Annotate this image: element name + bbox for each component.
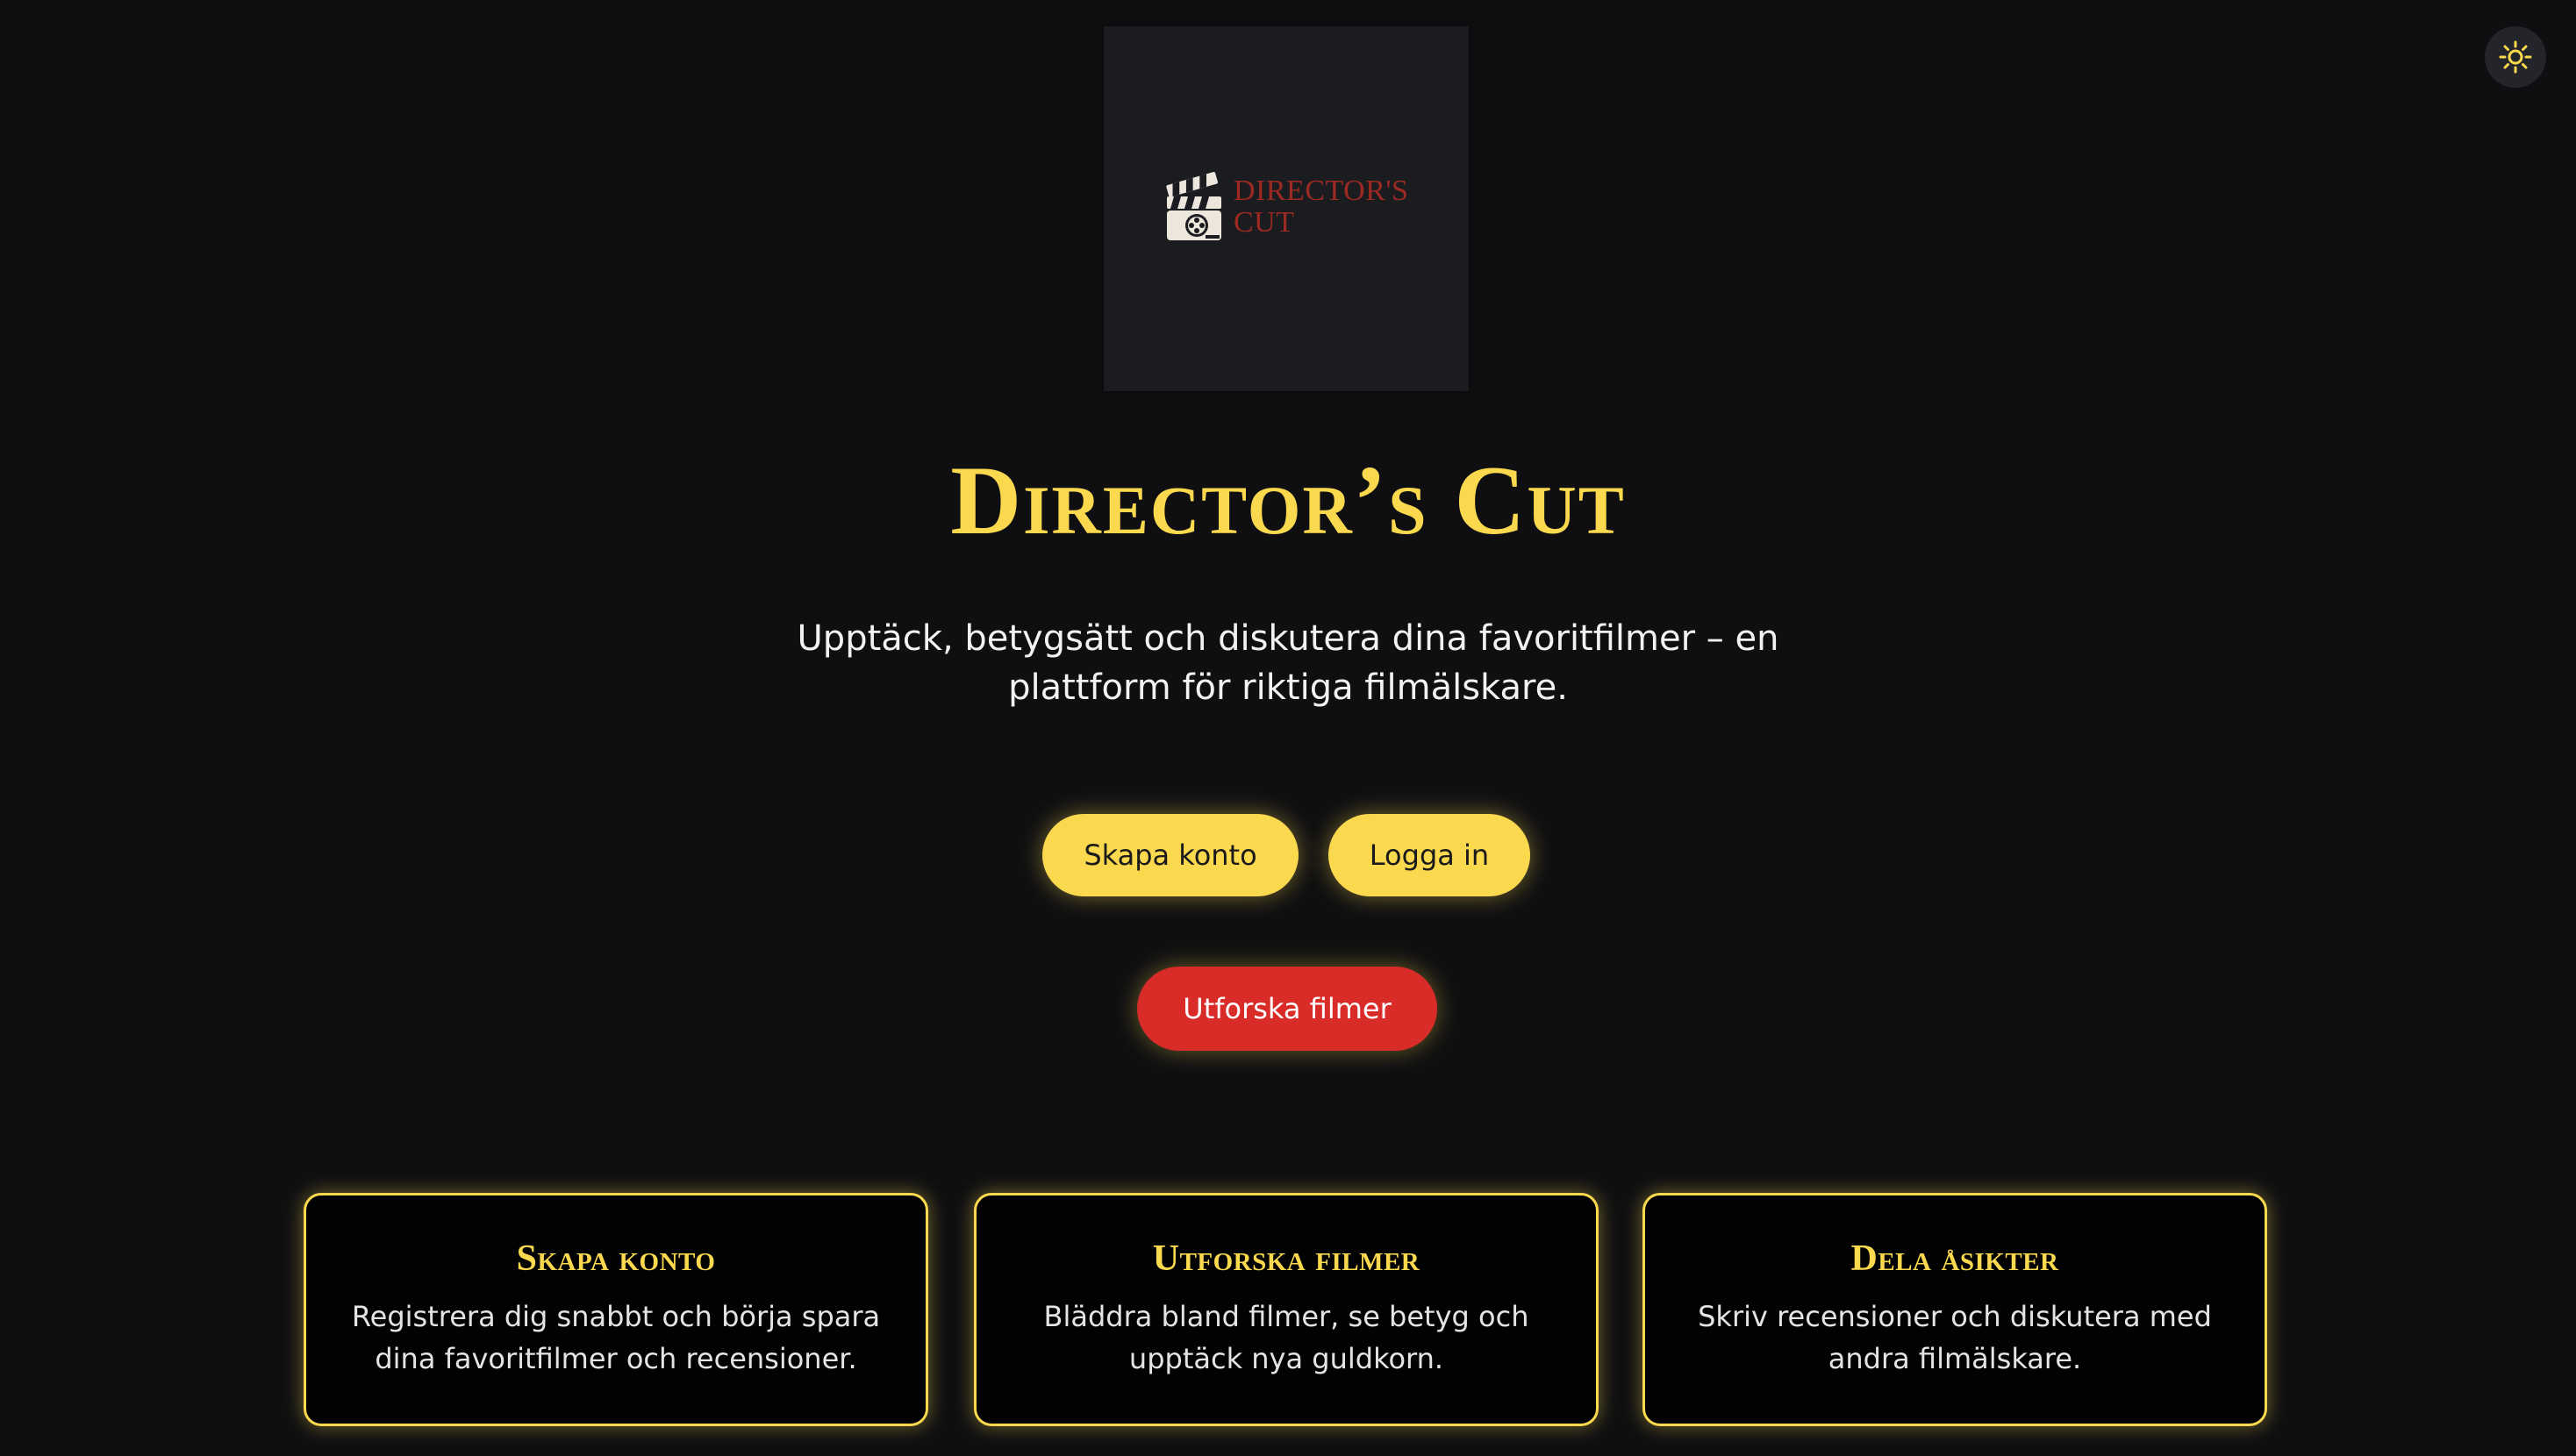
theme-toggle-button[interactable] bbox=[2485, 26, 2546, 88]
feature-card-title: Dela åsikter bbox=[1850, 1238, 2059, 1279]
feature-card-text: Registrera dig snabbt och börja spara di… bbox=[351, 1300, 881, 1375]
logo-wordmark: DIRECTOR'S CUT bbox=[1234, 175, 1408, 239]
site-logo: DIRECTOR'S CUT bbox=[1104, 26, 1469, 391]
hero-subtitle: Upptäck, betygsätt och diskutera dina fa… bbox=[797, 618, 1779, 708]
login-button[interactable]: Logga in bbox=[1328, 814, 1530, 896]
feature-card-explore[interactable]: Utforska filmer Bläddra bland filmer, se… bbox=[974, 1193, 1599, 1426]
page-title: Director’s Cut bbox=[950, 446, 1626, 555]
sun-icon bbox=[2498, 39, 2533, 75]
feature-card-signup[interactable]: Skapa konto Registrera dig snabbt och bö… bbox=[304, 1193, 928, 1426]
feature-card-title: Skapa konto bbox=[516, 1238, 716, 1279]
feature-card-share[interactable]: Dela åsikter Skriv recensioner och disku… bbox=[1642, 1193, 2267, 1426]
feature-card-text: Bläddra bland filmer, se betyg och upptä… bbox=[1043, 1300, 1529, 1375]
signup-button[interactable]: Skapa konto bbox=[1042, 814, 1299, 896]
feature-card-text: Skriv recensioner och diskutera med andr… bbox=[1698, 1300, 2212, 1375]
feature-card-title: Utforska filmer bbox=[1152, 1238, 1420, 1279]
logo-line-1: DIRECTOR'S bbox=[1234, 175, 1409, 207]
logo-line-2: CUT bbox=[1234, 206, 1295, 239]
explore-movies-button[interactable]: Utforska filmer bbox=[1137, 967, 1437, 1051]
clapperboard-icon bbox=[1165, 165, 1223, 240]
